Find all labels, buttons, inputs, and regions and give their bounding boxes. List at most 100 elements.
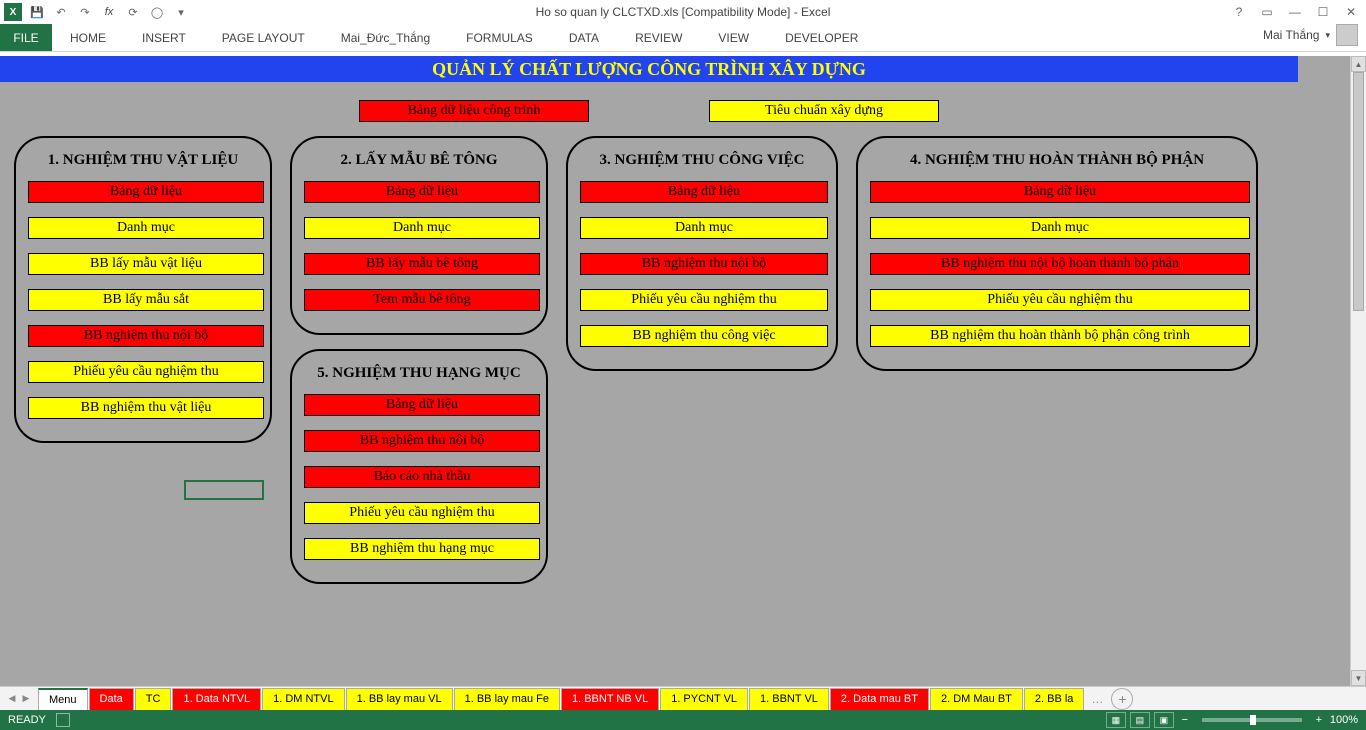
scroll-down-icon[interactable]: ▼ xyxy=(1351,670,1366,686)
panel-button[interactable]: Danh mục xyxy=(580,217,828,239)
panel-button[interactable]: Bảng dữ liệu xyxy=(870,181,1250,203)
new-sheet-button[interactable]: + xyxy=(1111,688,1133,710)
panel-title: 5. NGHIỆM THU HẠNG MỤC xyxy=(304,365,534,382)
user-area[interactable]: Mai Thắng ▾ xyxy=(1263,24,1358,46)
sheet-tab[interactable]: 1. PYCNT VL xyxy=(660,688,748,710)
tab-overflow-icon[interactable]: … xyxy=(1087,692,1107,706)
panel-button[interactable]: BB nghiệm thu nội bộ xyxy=(304,430,540,452)
sheet-tab[interactable]: 1. BB lay mau VL xyxy=(346,688,453,710)
sheet-tab[interactable]: 1. BBNT VL xyxy=(749,688,829,710)
macro-record-icon[interactable] xyxy=(56,713,70,727)
panel-button[interactable]: Danh mục xyxy=(28,217,264,239)
circle-icon[interactable]: ◯ xyxy=(148,3,166,21)
panel-button[interactable]: Bảng dữ liệu xyxy=(580,181,828,203)
panel-button[interactable]: Danh mục xyxy=(870,217,1250,239)
panel-button[interactable]: BB nghiệm thu vật liệu xyxy=(28,397,264,419)
sheet-tab[interactable]: 2. DM Mau BT xyxy=(930,688,1023,710)
ribbon-tab[interactable]: HOME xyxy=(52,24,124,51)
panel-lay-mau-be-tong: 2. LẤY MẪU BÊ TÔNG Bảng dữ liệu Danh mục B… xyxy=(290,136,548,335)
avatar[interactable] xyxy=(1336,24,1358,46)
view-pagebreak-icon[interactable]: ▣ xyxy=(1154,712,1174,728)
panel-button[interactable]: Tem mẫu bê tông xyxy=(304,289,540,311)
panels-container: 1. NGHIỆM THU VẬT LIỆU Bảng dữ liệuDanh … xyxy=(14,136,1278,584)
view-normal-icon[interactable]: ▦ xyxy=(1106,712,1126,728)
ribbon-tab[interactable]: VIEW xyxy=(700,24,767,51)
zoom-slider[interactable] xyxy=(1202,718,1302,722)
panel-button[interactable]: Bảng dữ liệu xyxy=(28,181,264,203)
ribbon-tab[interactable]: DATA xyxy=(551,24,617,51)
ribbon-tabs: FILE HOMEINSERTPAGE LAYOUTMai_Đức_ThắngF… xyxy=(0,24,1366,52)
tab-next-icon[interactable]: ▶ xyxy=(20,691,32,707)
panel-title: 2. LẤY MẪU BÊ TÔNG xyxy=(304,152,534,169)
ribbon-options-icon[interactable]: ▭ xyxy=(1256,2,1278,22)
help-icon[interactable]: ? xyxy=(1228,2,1250,22)
panel-button[interactable]: BB nghiệm thu nội bộ hoàn thành bộ phận xyxy=(870,253,1250,275)
panel-button[interactable]: BB nghiệm thu nội bộ xyxy=(580,253,828,275)
panel-button[interactable]: Phiếu yêu cầu nghiệm thu xyxy=(304,502,540,524)
top-button[interactable]: Bảng dữ liệu công trình xyxy=(359,100,589,122)
user-dropdown-icon[interactable]: ▾ xyxy=(1325,30,1330,41)
sheet-tab[interactable]: 1. BB lay mau Fe xyxy=(454,688,560,710)
panel-button[interactable]: Phiếu yêu cầu nghiệm thu xyxy=(580,289,828,311)
zoom-thumb[interactable] xyxy=(1250,715,1256,725)
zoom-out-button[interactable]: − xyxy=(1178,714,1192,726)
ribbon-tab[interactable]: FORMULAS xyxy=(448,24,551,51)
panel-title: 3. NGHIỆM THU CÔNG VIỆC xyxy=(580,152,824,169)
save-icon[interactable]: 💾 xyxy=(28,3,46,21)
panel-button[interactable]: Bảng dữ liệu xyxy=(304,181,540,203)
panel-button[interactable]: Phiếu yêu cầu nghiệm thu xyxy=(870,289,1250,311)
minimize-icon[interactable]: — xyxy=(1284,2,1306,22)
fx-icon[interactable]: fx xyxy=(100,3,118,21)
tab-prev-icon[interactable]: ◀ xyxy=(6,691,18,707)
window-title: Ho so quan ly CLCTXD.xls [Compatibility … xyxy=(536,5,831,19)
title-bar: X 💾 ↶ ↷ fx ⟳ ◯ ▾ Ho so quan ly CLCTXD.xl… xyxy=(0,0,1366,24)
ribbon-tab[interactable]: DEVELOPER xyxy=(767,24,876,51)
panel-button[interactable]: BB nghiệm thu hạng mục xyxy=(304,538,540,560)
panel-button[interactable]: BB lấy mẫu sắt xyxy=(28,289,264,311)
vertical-scrollbar[interactable]: ▲ ▼ xyxy=(1350,56,1366,686)
panel-nghiem-thu-hoan-thanh: 4. NGHIỆM THU HOÀN THÀNH BỘ PHẬN Bảng dữ… xyxy=(856,136,1258,371)
excel-icon: X xyxy=(4,3,22,21)
active-cell-indicator[interactable] xyxy=(184,480,264,500)
status-ready: READY xyxy=(8,714,46,726)
sheet-tab-strip: ◀ ▶ MenuDataTC1. Data NTVL1. DM NTVL1. B… xyxy=(0,686,1366,710)
user-name: Mai Thắng xyxy=(1263,28,1319,42)
top-button[interactable]: Tiêu chuẩn xây dựng xyxy=(709,100,939,122)
view-layout-icon[interactable]: ▤ xyxy=(1130,712,1150,728)
sheet-tab[interactable]: Data xyxy=(89,688,134,710)
panel-button[interactable]: BB lấy mẫu bê tông xyxy=(304,253,540,275)
redo-icon[interactable]: ↷ xyxy=(76,3,94,21)
file-tab[interactable]: FILE xyxy=(0,24,52,51)
sheet-tab[interactable]: 2. BB la xyxy=(1024,688,1085,710)
sheet-tab[interactable]: Menu xyxy=(38,688,88,710)
panel-nghiem-thu-hang-muc: 5. NGHIỆM THU HẠNG MỤC Bảng dữ liệu BB ng… xyxy=(290,349,548,584)
scroll-up-icon[interactable]: ▲ xyxy=(1351,56,1366,72)
zoom-in-button[interactable]: + xyxy=(1312,714,1326,726)
qat-dropdown-icon[interactable]: ▾ xyxy=(172,3,190,21)
tab-nav: ◀ ▶ xyxy=(0,691,38,707)
ribbon-tab[interactable]: PAGE LAYOUT xyxy=(204,24,323,51)
zoom-value[interactable]: 100% xyxy=(1330,714,1358,726)
panel-button[interactable]: BB nghiệm thu nội bộ xyxy=(28,325,264,347)
sheet-tab[interactable]: 1. BBNT NB VL xyxy=(561,688,659,710)
ribbon-tab[interactable]: REVIEW xyxy=(617,24,700,51)
panel-button[interactable]: Báo cáo nhà thầu xyxy=(304,466,540,488)
panel-title: 4. NGHIỆM THU HOÀN THÀNH BỘ PHẬN xyxy=(870,152,1244,169)
scroll-thumb[interactable] xyxy=(1353,72,1364,311)
sheet-tab[interactable]: 1. Data NTVL xyxy=(172,688,261,710)
refresh-icon[interactable]: ⟳ xyxy=(124,3,142,21)
panel-button[interactable]: BB nghiệm thu công việc xyxy=(580,325,828,347)
undo-icon[interactable]: ↶ xyxy=(52,3,70,21)
panel-button[interactable]: Phiếu yêu cầu nghiệm thu xyxy=(28,361,264,383)
ribbon-tab[interactable]: Mai_Đức_Thắng xyxy=(323,24,448,51)
sheet-tab[interactable]: TC xyxy=(135,688,172,710)
panel-button[interactable]: BB nghiệm thu hoàn thành bộ phận công tr… xyxy=(870,325,1250,347)
close-icon[interactable]: ✕ xyxy=(1340,2,1362,22)
panel-button[interactable]: Danh mục xyxy=(304,217,540,239)
sheet-tab[interactable]: 1. DM NTVL xyxy=(262,688,345,710)
panel-button[interactable]: Bảng dữ liệu xyxy=(304,394,540,416)
panel-button[interactable]: BB lấy mẫu vật liệu xyxy=(28,253,264,275)
ribbon-tab[interactable]: INSERT xyxy=(124,24,204,51)
maximize-icon[interactable]: ☐ xyxy=(1312,2,1334,22)
sheet-tab[interactable]: 2. Data mau BT xyxy=(830,688,929,710)
